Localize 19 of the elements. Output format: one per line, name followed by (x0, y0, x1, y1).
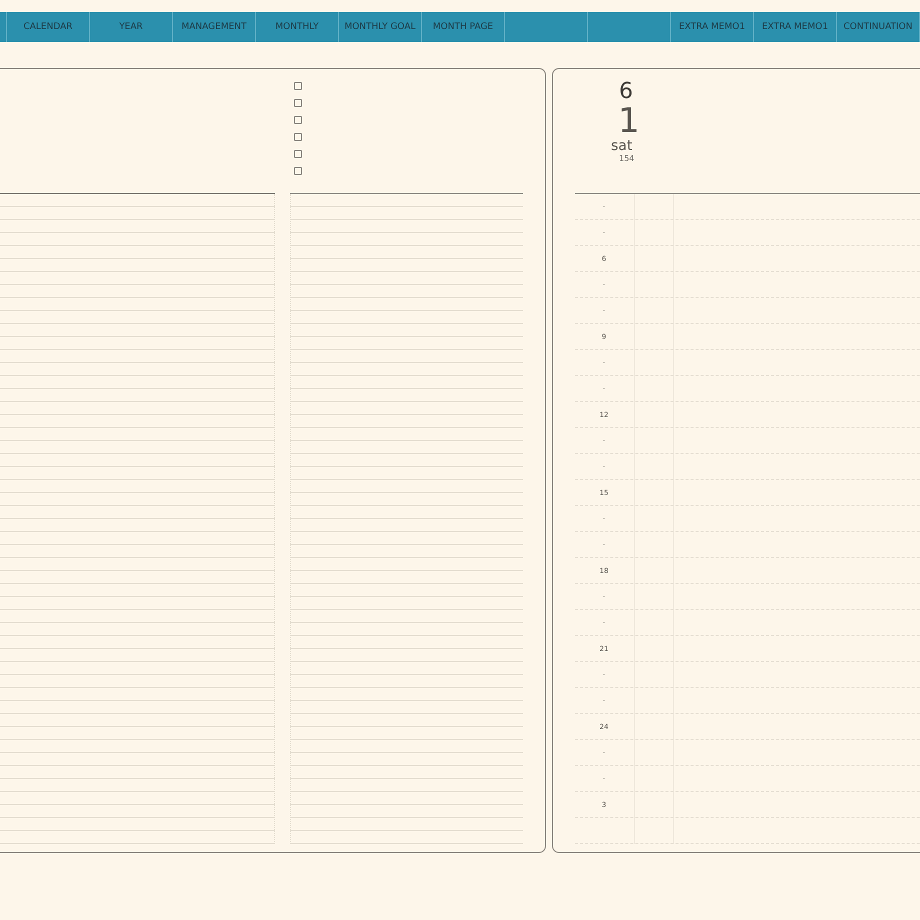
nav-tab[interactable]: EXTRA MEMO1 (671, 12, 754, 42)
nav-tab[interactable]: CALENDAR (7, 12, 90, 42)
month-number: 6 (619, 79, 633, 104)
nav-tab[interactable]: MONTHLY GOAL (339, 12, 422, 42)
checkbox[interactable] (294, 116, 302, 124)
weekday-label: sat (611, 138, 632, 154)
nav-tab[interactable]: MONTH PAGE (422, 12, 505, 42)
nav-tab[interactable]: EXTRA MEMO1 (754, 12, 837, 42)
checkbox[interactable] (294, 99, 302, 107)
nav-tab[interactable]: MONTHLY (256, 12, 339, 42)
nav-tab[interactable]: YEAR (90, 12, 173, 42)
checkbox[interactable] (294, 82, 302, 90)
checkbox[interactable] (294, 150, 302, 158)
day-number: 1 (618, 104, 640, 138)
checkbox[interactable] (294, 167, 302, 175)
checkbox[interactable] (294, 133, 302, 141)
day-of-year: 154 (619, 154, 634, 163)
nav-tab[interactable]: MANAGEMENT (173, 12, 256, 42)
nav-tab[interactable]: CONTINUATION (837, 12, 920, 42)
